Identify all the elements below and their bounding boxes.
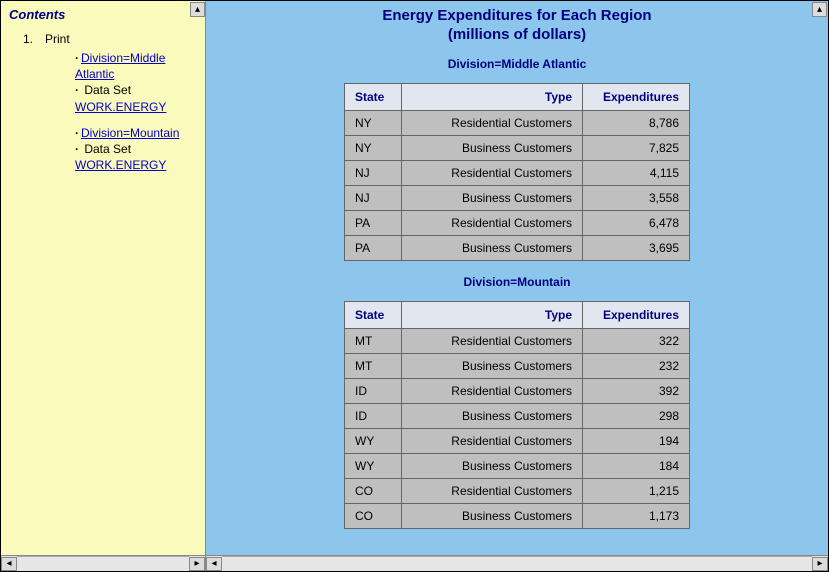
toc-dataset-text: Data Set [84, 142, 131, 156]
list-number: 1. [9, 32, 41, 173]
scroll-left-icon[interactable]: ◂ [1, 557, 17, 571]
cell-exp: 194 [583, 429, 690, 454]
cell-state: WY [345, 429, 402, 454]
cell-state: ID [345, 379, 402, 404]
cell-type: Business Customers [402, 136, 583, 161]
cell-state: PA [345, 211, 402, 236]
cell-state: MT [345, 329, 402, 354]
cell-type: Business Customers [402, 404, 583, 429]
toc-link-division-mountain[interactable]: Division=Mountain [81, 126, 179, 140]
cell-type: Business Customers [402, 236, 583, 261]
table-row: IDResidential Customers392 [345, 379, 690, 404]
right-column: Energy Expenditures for Each Region (mil… [206, 1, 828, 555]
scroll-right-icon[interactable]: ▸ [812, 557, 828, 571]
toc-tree: Division=Middle Atlantic Data Set WORK.E… [41, 50, 203, 173]
table-row: NJBusiness Customers3,558 [345, 186, 690, 211]
cell-type: Residential Customers [402, 211, 583, 236]
table-row: WYResidential Customers194 [345, 429, 690, 454]
cell-exp: 6,478 [583, 211, 690, 236]
cell-state: CO [345, 479, 402, 504]
col-header-type: Type [402, 302, 583, 329]
report-pane[interactable]: Energy Expenditures for Each Region (mil… [206, 1, 828, 572]
table-row: MTResidential Customers322 [345, 329, 690, 354]
cell-exp: 392 [583, 379, 690, 404]
col-header-type: Type [402, 84, 583, 111]
table-row: NYResidential Customers8,786 [345, 111, 690, 136]
cell-exp: 3,695 [583, 236, 690, 261]
table-row: NJResidential Customers4,115 [345, 161, 690, 186]
scrollbar-track[interactable] [222, 556, 812, 572]
cell-type: Residential Customers [402, 329, 583, 354]
cell-exp: 4,115 [583, 161, 690, 186]
contents-title: Contents [9, 7, 203, 22]
toc-link-division-middle-atlantic[interactable]: Division=Middle Atlantic [75, 51, 165, 81]
cell-type: Residential Customers [402, 379, 583, 404]
table-row: NYBusiness Customers7,825 [345, 136, 690, 161]
col-header-expenditures: Expenditures [583, 84, 690, 111]
left-column: Contents 1. Print Division=Middle Atlant… [1, 1, 206, 555]
col-header-state: State [345, 302, 402, 329]
cell-state: NJ [345, 161, 402, 186]
toc-link-dataset-middle-atlantic[interactable]: WORK.ENERGY [75, 100, 166, 114]
cell-exp: 1,215 [583, 479, 690, 504]
report-title-line2: (millions of dollars) [206, 26, 828, 43]
cell-state: NJ [345, 186, 402, 211]
data-table: StateTypeExpendituresMTResidential Custo… [344, 301, 690, 529]
cell-state: ID [345, 404, 402, 429]
horizontal-scrollbars: ◂ ▸ ◂ ▸ [1, 555, 828, 571]
scroll-up-icon[interactable]: ▴ [812, 2, 827, 17]
cell-type: Business Customers [402, 354, 583, 379]
table-row: COResidential Customers1,215 [345, 479, 690, 504]
cell-state: WY [345, 454, 402, 479]
cell-exp: 184 [583, 454, 690, 479]
frameset: Contents 1. Print Division=Middle Atlant… [1, 1, 828, 555]
print-label: Print [41, 32, 70, 46]
cell-exp: 322 [583, 329, 690, 354]
cell-type: Business Customers [402, 186, 583, 211]
cell-state: NY [345, 111, 402, 136]
table-row: PAResidential Customers6,478 [345, 211, 690, 236]
cell-type: Residential Customers [402, 161, 583, 186]
cell-exp: 298 [583, 404, 690, 429]
toc-link-dataset-mountain[interactable]: WORK.ENERGY [75, 158, 166, 172]
contents-pane[interactable]: Contents 1. Print Division=Middle Atlant… [1, 1, 205, 555]
cell-state: NY [345, 136, 402, 161]
division-label: Division=Mountain [206, 275, 828, 289]
cell-state: MT [345, 354, 402, 379]
table-row: PABusiness Customers3,695 [345, 236, 690, 261]
cell-exp: 7,825 [583, 136, 690, 161]
cell-exp: 3,558 [583, 186, 690, 211]
scrollbar-track[interactable] [17, 556, 189, 572]
cell-type: Residential Customers [402, 111, 583, 136]
cell-type: Business Customers [402, 504, 583, 529]
cell-exp: 8,786 [583, 111, 690, 136]
cell-exp: 1,173 [583, 504, 690, 529]
cell-state: PA [345, 236, 402, 261]
app-window: Contents 1. Print Division=Middle Atlant… [0, 0, 829, 572]
cell-type: Residential Customers [402, 429, 583, 454]
table-row: MTBusiness Customers232 [345, 354, 690, 379]
scroll-right-icon[interactable]: ▸ [189, 557, 205, 571]
table-row: WYBusiness Customers184 [345, 454, 690, 479]
division-label: Division=Middle Atlantic [206, 57, 828, 71]
data-table: StateTypeExpendituresNYResidential Custo… [344, 83, 690, 261]
scroll-left-icon[interactable]: ◂ [206, 557, 222, 571]
scroll-up-icon[interactable]: ▴ [190, 2, 205, 17]
cell-state: CO [345, 504, 402, 529]
table-row: COBusiness Customers1,173 [345, 504, 690, 529]
report-title-line1: Energy Expenditures for Each Region [206, 7, 828, 24]
toc-dataset-text: Data Set [84, 83, 131, 97]
col-header-expenditures: Expenditures [583, 302, 690, 329]
col-header-state: State [345, 84, 402, 111]
cell-exp: 232 [583, 354, 690, 379]
cell-type: Business Customers [402, 454, 583, 479]
cell-type: Residential Customers [402, 479, 583, 504]
table-row: IDBusiness Customers298 [345, 404, 690, 429]
